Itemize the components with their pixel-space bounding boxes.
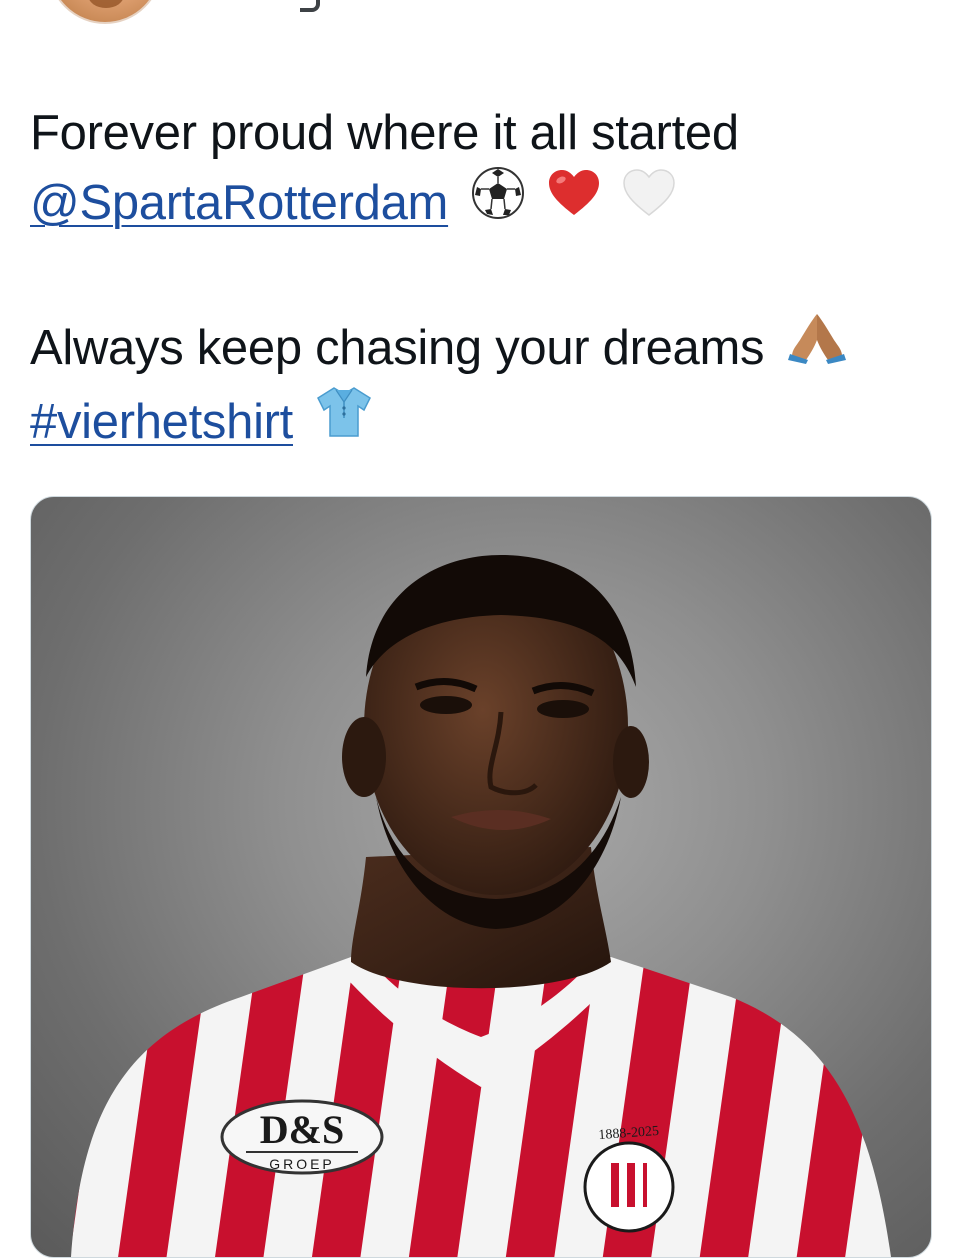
author-name-fragment [300,0,320,12]
tweet-text: Forever proud where it all started @Spar… [30,98,930,463]
sponsor-logo: D&S GROEP [220,1099,384,1175]
player-photo: D&S GROEP 1888-2025 [71,555,891,1257]
jersey [71,957,891,1257]
red-heart-icon [547,167,601,237]
hashtag-link[interactable]: #vierhetshirt [30,395,293,449]
sponsor-main-text: D&S [260,1107,344,1152]
tweet-line-1: Forever proud where it all started [30,106,739,160]
folded-hands-icon [787,310,846,383]
avatar-detail [88,0,124,8]
mention-link[interactable]: @SpartaRotterdam [30,176,448,230]
tweet-line-3: Always keep chasing your dreams [30,313,930,388]
tweet-line-4: #vierhetshirt [30,384,930,463]
tweet-media-photo[interactable]: D&S GROEP 1888-2025 [30,496,932,1258]
white-heart-icon [622,167,676,237]
shirt-icon [316,384,372,459]
soccer-ball-icon [471,166,525,239]
tweet-line-2: @SpartaRotterdam [30,166,930,243]
tweet-line-3-text: Always keep chasing your dreams [30,320,765,375]
author-avatar[interactable] [48,0,162,24]
sponsor-sub-text: GROEP [269,1156,335,1172]
